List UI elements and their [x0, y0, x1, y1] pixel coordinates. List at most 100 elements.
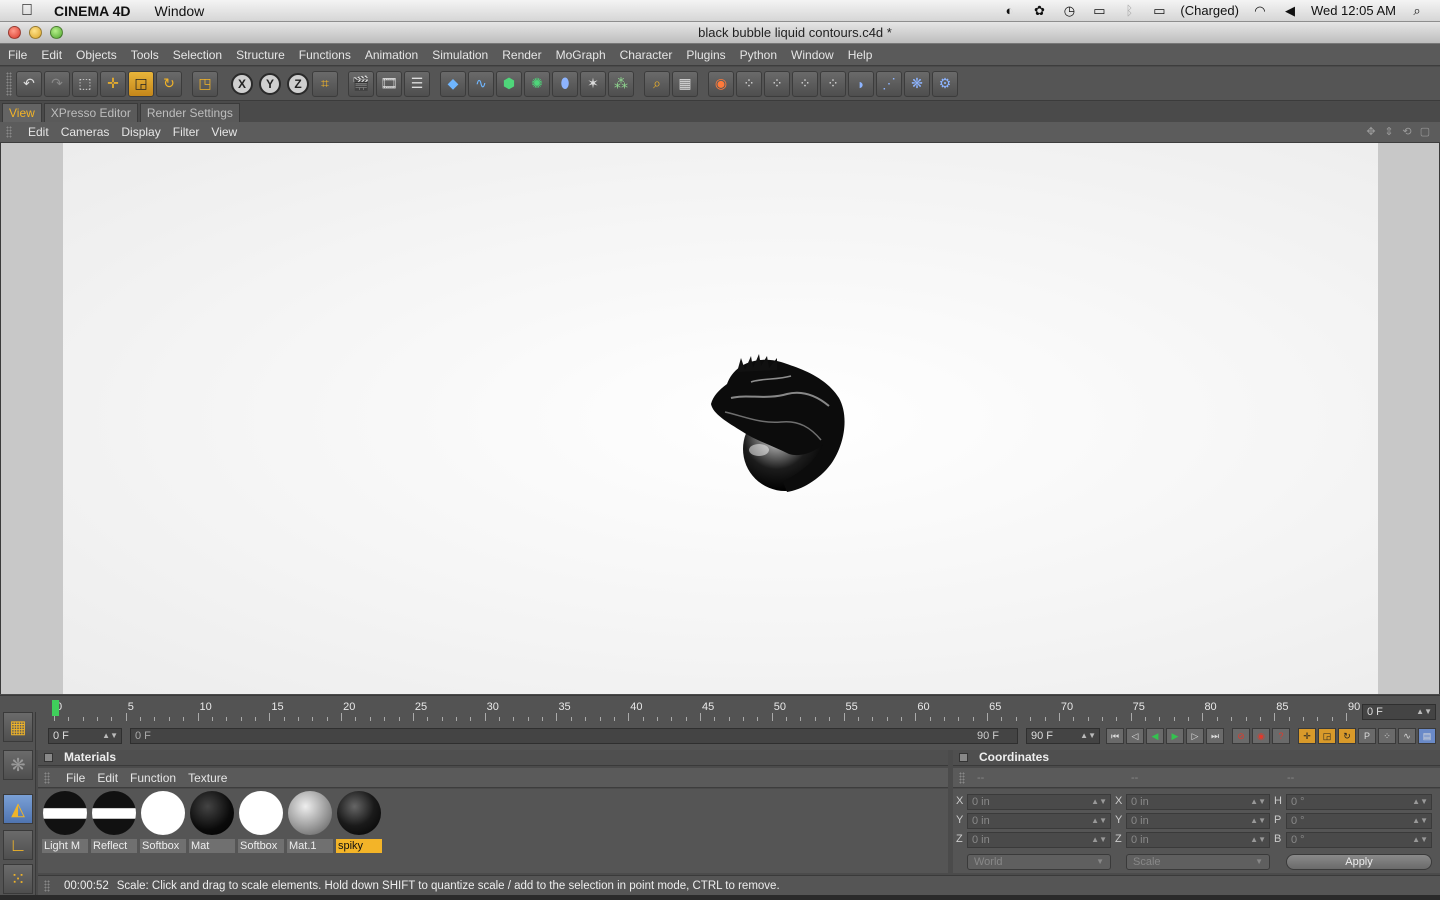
menu-mograph[interactable]: MoGraph [556, 48, 606, 62]
spinner-arrows-icon[interactable]: ▲▼ [1091, 814, 1107, 828]
panel-toggle-icon[interactable] [44, 753, 53, 762]
redo-icon[interactable]: ↷ [44, 70, 70, 97]
xpresso-icon[interactable]: ❋ [904, 70, 930, 97]
materials-menu-edit[interactable]: Edit [97, 771, 118, 785]
black-bubble-liquid-object[interactable] [707, 354, 849, 494]
spinner-arrows-icon[interactable]: ▲▼ [1080, 729, 1096, 743]
tab-render-settings[interactable]: Render Settings [139, 103, 240, 122]
viewport-rotate-icon[interactable]: ⟲ [1400, 125, 1414, 139]
hair-icon[interactable]: ⋰ [876, 70, 902, 97]
menu-render[interactable]: Render [502, 48, 541, 62]
size-mode-dropdown[interactable]: Scale ▼ [1126, 854, 1270, 870]
settings-gear-icon[interactable]: ⚙ [932, 70, 958, 97]
mograph-effector-icon[interactable]: ⁘ [820, 70, 846, 97]
viewport-move-icon[interactable]: ✥ [1364, 125, 1378, 139]
menu-objects[interactable]: Objects [76, 48, 117, 62]
materials-menu-texture[interactable]: Texture [188, 771, 227, 785]
status-grip[interactable] [44, 879, 50, 892]
viewport-maximize-icon[interactable]: ▢ [1418, 125, 1432, 139]
sky-icon[interactable]: ◉ [708, 70, 734, 97]
spinner-arrows-icon[interactable]: ▲▼ [1416, 705, 1432, 719]
coordinates-grip[interactable] [959, 771, 965, 784]
spinner-arrows-icon[interactable]: ▲▼ [102, 729, 118, 743]
y-axis-lock-icon[interactable]: Y [259, 72, 281, 95]
preview-range-slider[interactable]: 0 F 90 F [130, 728, 1018, 744]
z-axis-lock-icon[interactable]: Z [287, 72, 309, 95]
3d-viewport[interactable] [0, 143, 1440, 694]
menu-file[interactable]: File [8, 48, 27, 62]
materials-menu-function[interactable]: Function [130, 771, 176, 785]
frame-ruler[interactable]: 0 5 10 15 20 25 30 35 40 45 50 55 60 65 70 75 80 85 90 [48, 699, 1360, 721]
rotation-b-field[interactable]: 0 ° ▲▼ [1286, 832, 1432, 848]
mograph-cloner-icon[interactable]: ⁘ [736, 70, 762, 97]
menu-plugins[interactable]: Plugins [686, 48, 725, 62]
point-level-key-icon[interactable]: ⁘ [1378, 728, 1396, 744]
wifi-icon[interactable]: ◠ [1251, 3, 1269, 19]
menu-edit[interactable]: Edit [41, 48, 62, 62]
viewport-menu-edit[interactable]: Edit [28, 125, 49, 139]
materials-menu-grip[interactable] [44, 771, 50, 784]
menubar-clock[interactable]: Wed 12:05 AM [1311, 3, 1396, 18]
next-key-icon[interactable]: ▷ [1186, 728, 1204, 744]
layout-toggle-icon[interactable]: ▤ [1418, 728, 1436, 744]
spinner-arrows-icon[interactable]: ▲▼ [1250, 833, 1266, 847]
deformer-icon[interactable]: ⬮ [552, 70, 578, 97]
time-machine-icon[interactable]: ◷ [1060, 3, 1078, 19]
texture-mode-icon[interactable]: ❋ [3, 750, 33, 780]
menu-window[interactable]: Window [791, 48, 834, 62]
viewport-zoom-icon[interactable]: ⇕ [1382, 125, 1396, 139]
spinner-arrows-icon[interactable]: ▲▼ [1091, 833, 1107, 847]
rotation-h-field[interactable]: 0 ° ▲▼ [1286, 794, 1432, 810]
viewport-menu-view[interactable]: View [211, 125, 237, 139]
nurbs-icon[interactable]: ⬢ [496, 70, 522, 97]
spinner-arrows-icon[interactable]: ▲▼ [1250, 795, 1266, 809]
undo-icon[interactable]: ↶ [16, 70, 42, 97]
apply-button[interactable]: Apply [1286, 854, 1432, 870]
previous-key-icon[interactable]: ◁ [1126, 728, 1144, 744]
light-icon[interactable]: ▦ [672, 70, 698, 97]
menu-structure[interactable]: Structure [236, 48, 285, 62]
coordinate-system-icon[interactable]: ⌗ [312, 70, 338, 97]
mac-menu-window[interactable]: Window [155, 3, 205, 19]
size-x-field[interactable]: 0 in ▲▼ [1126, 794, 1270, 810]
viewport-menu-cameras[interactable]: Cameras [61, 125, 110, 139]
material-item[interactable]: Mat.1 [287, 791, 333, 853]
mograph-fracture-icon[interactable]: ⁘ [764, 70, 790, 97]
toolbar-grip[interactable] [6, 71, 12, 96]
material-item[interactable]: Light M [42, 791, 88, 853]
position-key-icon[interactable]: ✛ [1298, 728, 1316, 744]
start-frame-field[interactable]: 0 F ▲▼ [48, 728, 122, 744]
position-y-field[interactable]: 0 in ▲▼ [967, 813, 1111, 829]
material-item[interactable]: Softbox [238, 791, 284, 853]
material-item[interactable]: Softbox [140, 791, 186, 853]
menu-selection[interactable]: Selection [173, 48, 222, 62]
menu-help[interactable]: Help [848, 48, 873, 62]
timeline-playhead[interactable] [52, 700, 59, 716]
autokey-icon[interactable]: ◉ [1252, 728, 1270, 744]
render-picture-viewer-icon[interactable]: 🎞 [376, 70, 402, 97]
spotlight-search-icon[interactable]: ⌕ [1408, 3, 1426, 19]
spinner-arrows-icon[interactable]: ▲▼ [1091, 795, 1107, 809]
volume-icon[interactable]: ◀ [1281, 3, 1299, 19]
spinner-arrows-icon[interactable]: ▲▼ [1412, 814, 1428, 828]
render-view-icon[interactable]: 🎬 [348, 70, 374, 97]
edit-render-settings-icon[interactable]: ☰ [404, 70, 430, 97]
interpolation-icon[interactable]: ∿ [1398, 728, 1416, 744]
parameter-key-icon[interactable]: P [1358, 728, 1376, 744]
coordinate-space-dropdown[interactable]: World ▼ [967, 854, 1111, 870]
size-y-field[interactable]: 0 in ▲▼ [1126, 813, 1270, 829]
menu-animation[interactable]: Animation [365, 48, 418, 62]
go-to-end-icon[interactable]: ⏭ [1206, 728, 1224, 744]
viewport-menu-display[interactable]: Display [121, 125, 160, 139]
spinner-arrows-icon[interactable]: ▲▼ [1412, 833, 1428, 847]
app-name-menu[interactable]: CINEMA 4D [54, 3, 131, 19]
tab-view[interactable]: View [2, 103, 42, 122]
menu-character[interactable]: Character [620, 48, 673, 62]
object-axis-mode-icon[interactable]: ∟ [3, 830, 33, 860]
apple-menu-icon[interactable]:  [0, 2, 54, 20]
rotation-p-field[interactable]: 0 ° ▲▼ [1286, 813, 1432, 829]
spinner-arrows-icon[interactable]: ▲▼ [1250, 814, 1266, 828]
record-active-icon[interactable]: ⊘ [1232, 728, 1250, 744]
array-icon[interactable]: ✺ [524, 70, 550, 97]
scale-tool-icon[interactable]: ◲ [128, 70, 154, 97]
